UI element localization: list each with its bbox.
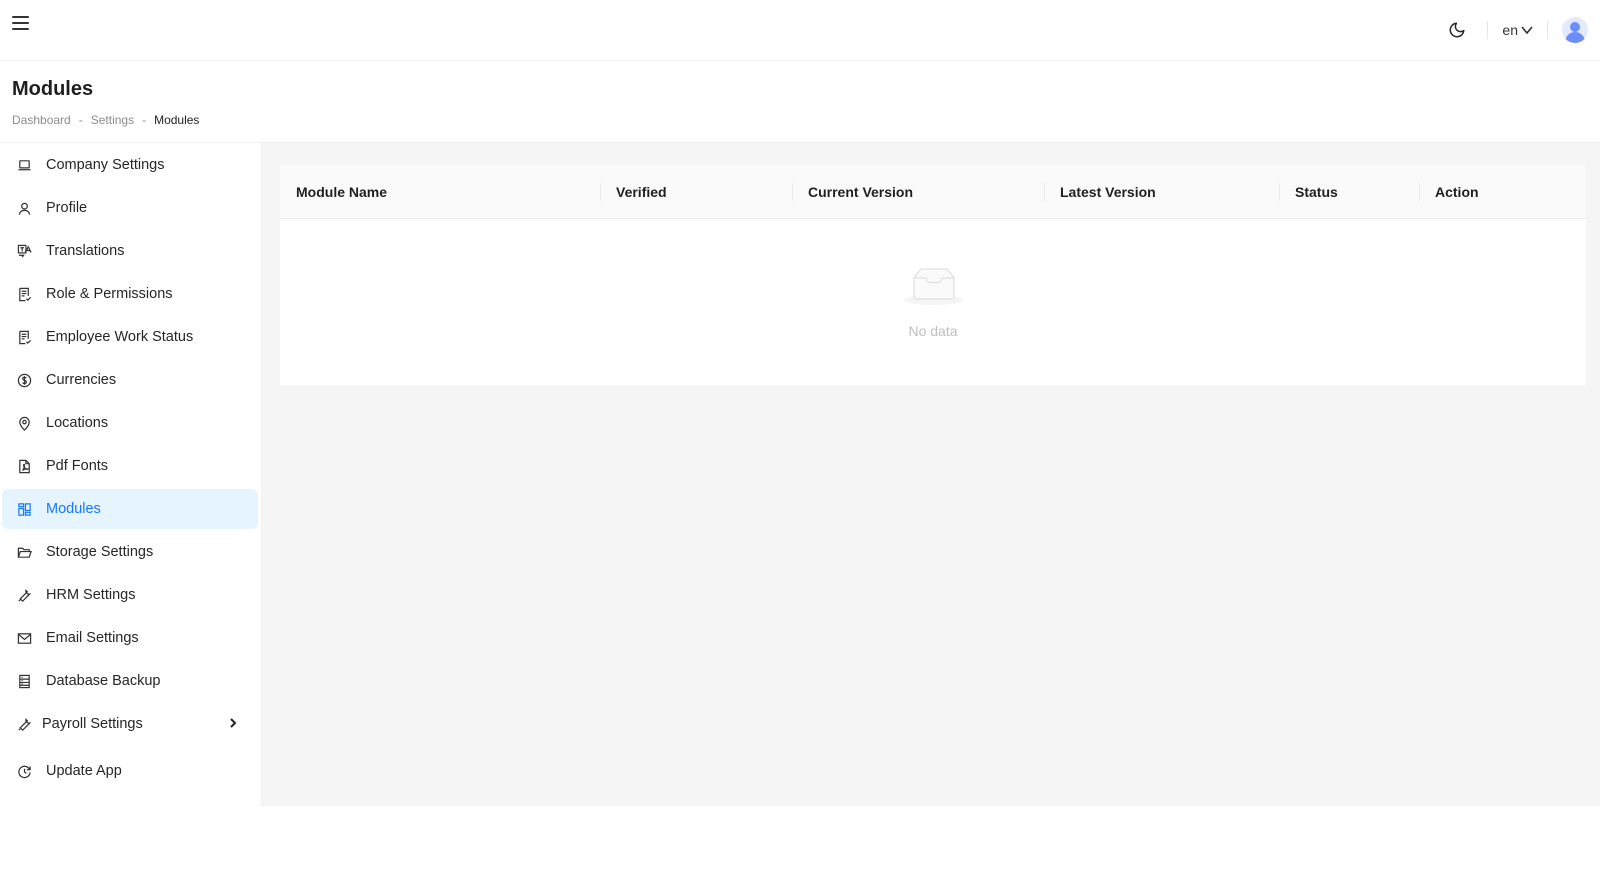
tool-icon [16, 716, 32, 732]
language-select[interactable]: en [1502, 22, 1533, 38]
divider [1487, 21, 1489, 39]
sidebar-item-storage-settings[interactable]: Storage Settings [2, 532, 258, 572]
dark-mode-toggle[interactable] [1441, 14, 1473, 46]
sidebar-item-label: Profile [46, 200, 88, 216]
sidebar-item-profile[interactable]: Profile [2, 188, 258, 228]
moon-icon [1449, 22, 1465, 38]
sidebar-item-hrm-settings[interactable]: HRM Settings [2, 575, 258, 615]
pdf-file-icon [16, 458, 32, 474]
sidebar-item-modules[interactable]: Modules [2, 489, 258, 529]
sidebar-item-employee-work-status[interactable]: Employee Work Status [2, 317, 258, 357]
database-icon [16, 673, 32, 689]
breadcrumb-current: Modules [154, 113, 200, 127]
column-header-latest-version[interactable]: Latest Version [1060, 165, 1156, 219]
sidebar-item-role-permissions[interactable]: Role & Permissions [2, 274, 258, 314]
main-content: Module Name Verified Current Version Lat… [262, 143, 1600, 806]
sidebar-item-database-backup[interactable]: Database Backup [2, 661, 258, 701]
folder-open-icon [16, 544, 32, 560]
sidebar-item-update-app[interactable]: Update App [2, 751, 258, 791]
sidebar-item-payroll-settings[interactable]: Payroll Settings [2, 704, 258, 744]
location-pin-icon [16, 415, 32, 431]
column-header-status[interactable]: Status [1295, 165, 1338, 219]
chevron-down-icon [1521, 26, 1533, 35]
sidebar-item-email-settings[interactable]: Email Settings [2, 618, 258, 658]
divider [1547, 21, 1548, 39]
sidebar-item-label: Database Backup [46, 673, 161, 689]
sidebar-item-label: Update App [46, 763, 122, 779]
sidebar-item-label: Modules [46, 501, 101, 517]
empty-text: No data [908, 323, 958, 339]
top-bar: en [0, 0, 1600, 61]
sidebar-item-label: Role & Permissions [46, 286, 173, 302]
sidebar-item-label: Employee Work Status [46, 329, 194, 345]
sidebar-item-label: Translations [46, 243, 125, 259]
breadcrumb-dashboard[interactable]: Dashboard [12, 113, 71, 127]
menu-toggle-icon[interactable] [12, 16, 30, 34]
history-icon [16, 763, 32, 779]
sidebar-item-pdf-fonts[interactable]: Pdf Fonts [2, 446, 258, 486]
table-empty-state: No data [280, 219, 1586, 385]
dollar-circle-icon [16, 372, 32, 388]
sidebar-item-label: Locations [46, 415, 109, 431]
user-avatar-icon [1562, 17, 1588, 43]
page-title: Modules [12, 78, 94, 100]
sidebar-item-label: Company Settings [46, 157, 165, 173]
checklist-icon [16, 329, 32, 345]
sidebar-item-label: Storage Settings [46, 544, 154, 560]
top-bar-actions: en [1441, 14, 1588, 46]
breadcrumb: Dashboard - Settings - Modules [12, 113, 200, 127]
sidebar-item-label: HRM Settings [46, 587, 136, 603]
sidebar-item-company-settings[interactable]: Company Settings [2, 145, 258, 185]
tool-icon [16, 587, 32, 603]
grid-icon [16, 501, 32, 517]
page-header: Modules Dashboard - Settings - Modules [0, 61, 1600, 143]
sidebar-item-label: Payroll Settings [42, 716, 143, 732]
sidebar-item-currencies[interactable]: Currencies [2, 360, 258, 400]
sidebar-item-translations[interactable]: Translations [2, 231, 258, 271]
column-header-verified[interactable]: Verified [616, 165, 667, 219]
user-icon [16, 200, 32, 216]
laptop-icon [16, 157, 32, 173]
settings-sidebar: Company Settings Profile Translations Ro… [0, 143, 262, 806]
sidebar-item-label: Email Settings [46, 630, 139, 646]
empty-inbox-icon [904, 268, 964, 305]
column-header-current-version[interactable]: Current Version [808, 165, 913, 219]
column-header-module-name[interactable]: Module Name [296, 165, 387, 219]
sidebar-item-locations[interactable]: Locations [2, 403, 258, 443]
sidebar-item-label: Pdf Fonts [46, 458, 109, 474]
translation-icon [16, 243, 32, 259]
checklist-icon [16, 286, 32, 302]
table-header: Module Name Verified Current Version Lat… [280, 165, 1586, 219]
mail-icon [16, 630, 32, 646]
breadcrumb-settings[interactable]: Settings [91, 113, 134, 127]
language-value: en [1502, 22, 1518, 38]
sidebar-item-label: Currencies [46, 372, 117, 388]
modules-table: Module Name Verified Current Version Lat… [280, 165, 1586, 385]
user-avatar[interactable] [1562, 17, 1588, 43]
column-header-action[interactable]: Action [1435, 165, 1479, 219]
chevron-right-icon [230, 718, 237, 728]
